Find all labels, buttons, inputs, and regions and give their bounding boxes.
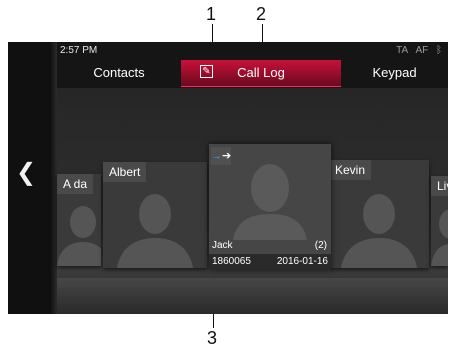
status-indicators: TA AF ᛒ bbox=[391, 45, 442, 56]
tab-contacts[interactable]: Contacts bbox=[57, 60, 181, 86]
contact-card[interactable]: A da bbox=[57, 174, 101, 266]
status-bar: 2:57 PM TA AF ᛒ bbox=[57, 42, 448, 60]
call-count: (2) bbox=[314, 240, 327, 251]
clock: 2:57 PM bbox=[60, 45, 98, 56]
call-log-carousel: A da Albert Kevin Livy bbox=[57, 88, 448, 314]
tab-keypad[interactable]: Keypad bbox=[341, 60, 448, 86]
contact-card[interactable]: Albert bbox=[103, 162, 207, 268]
contact-card[interactable]: Kevin bbox=[329, 160, 429, 268]
tab-call-log-label: Call Log bbox=[237, 65, 285, 80]
tab-call-log[interactable]: ✎ Call Log bbox=[181, 60, 341, 87]
avatar bbox=[117, 194, 193, 268]
avatar bbox=[233, 164, 307, 240]
af-indicator: AF bbox=[415, 45, 429, 56]
contact-name: Albert bbox=[103, 162, 147, 182]
call-date: 2016-01-16 bbox=[276, 256, 328, 267]
contact-name: Jack bbox=[212, 240, 233, 251]
contact-name: A da bbox=[57, 174, 94, 194]
callout-3: 3 bbox=[207, 328, 218, 348]
carousel-floor bbox=[57, 278, 448, 314]
phone-number: 1860065 bbox=[212, 256, 251, 267]
callout-1: 1 bbox=[206, 4, 217, 24]
avatar bbox=[57, 206, 101, 266]
callout-2: 2 bbox=[256, 4, 267, 24]
avatar bbox=[431, 209, 448, 266]
bluetooth-icon: ᛒ bbox=[436, 45, 442, 56]
avatar bbox=[341, 194, 417, 268]
call-details-strip: 1860065 2016-01-16 bbox=[209, 254, 331, 270]
left-rail-edge bbox=[49, 42, 57, 314]
contact-name: Kevin bbox=[329, 160, 372, 180]
edit-icon: ✎ bbox=[200, 65, 213, 78]
tab-bar: Contacts ✎ Call Log Keypad bbox=[57, 60, 448, 87]
contact-name: Livy bbox=[431, 176, 448, 196]
selected-call-log-card[interactable]: →➔ Jack (2) 1860065 2016-01-16 bbox=[209, 144, 331, 270]
contact-card[interactable]: Livy bbox=[431, 176, 448, 266]
head-unit-screen: ❮ 2:57 PM TA AF ᛒ Contacts ✎ Call Log Ke… bbox=[8, 42, 448, 314]
ta-indicator: TA bbox=[396, 45, 408, 56]
chevron-left-icon[interactable]: ❮ bbox=[14, 160, 38, 186]
